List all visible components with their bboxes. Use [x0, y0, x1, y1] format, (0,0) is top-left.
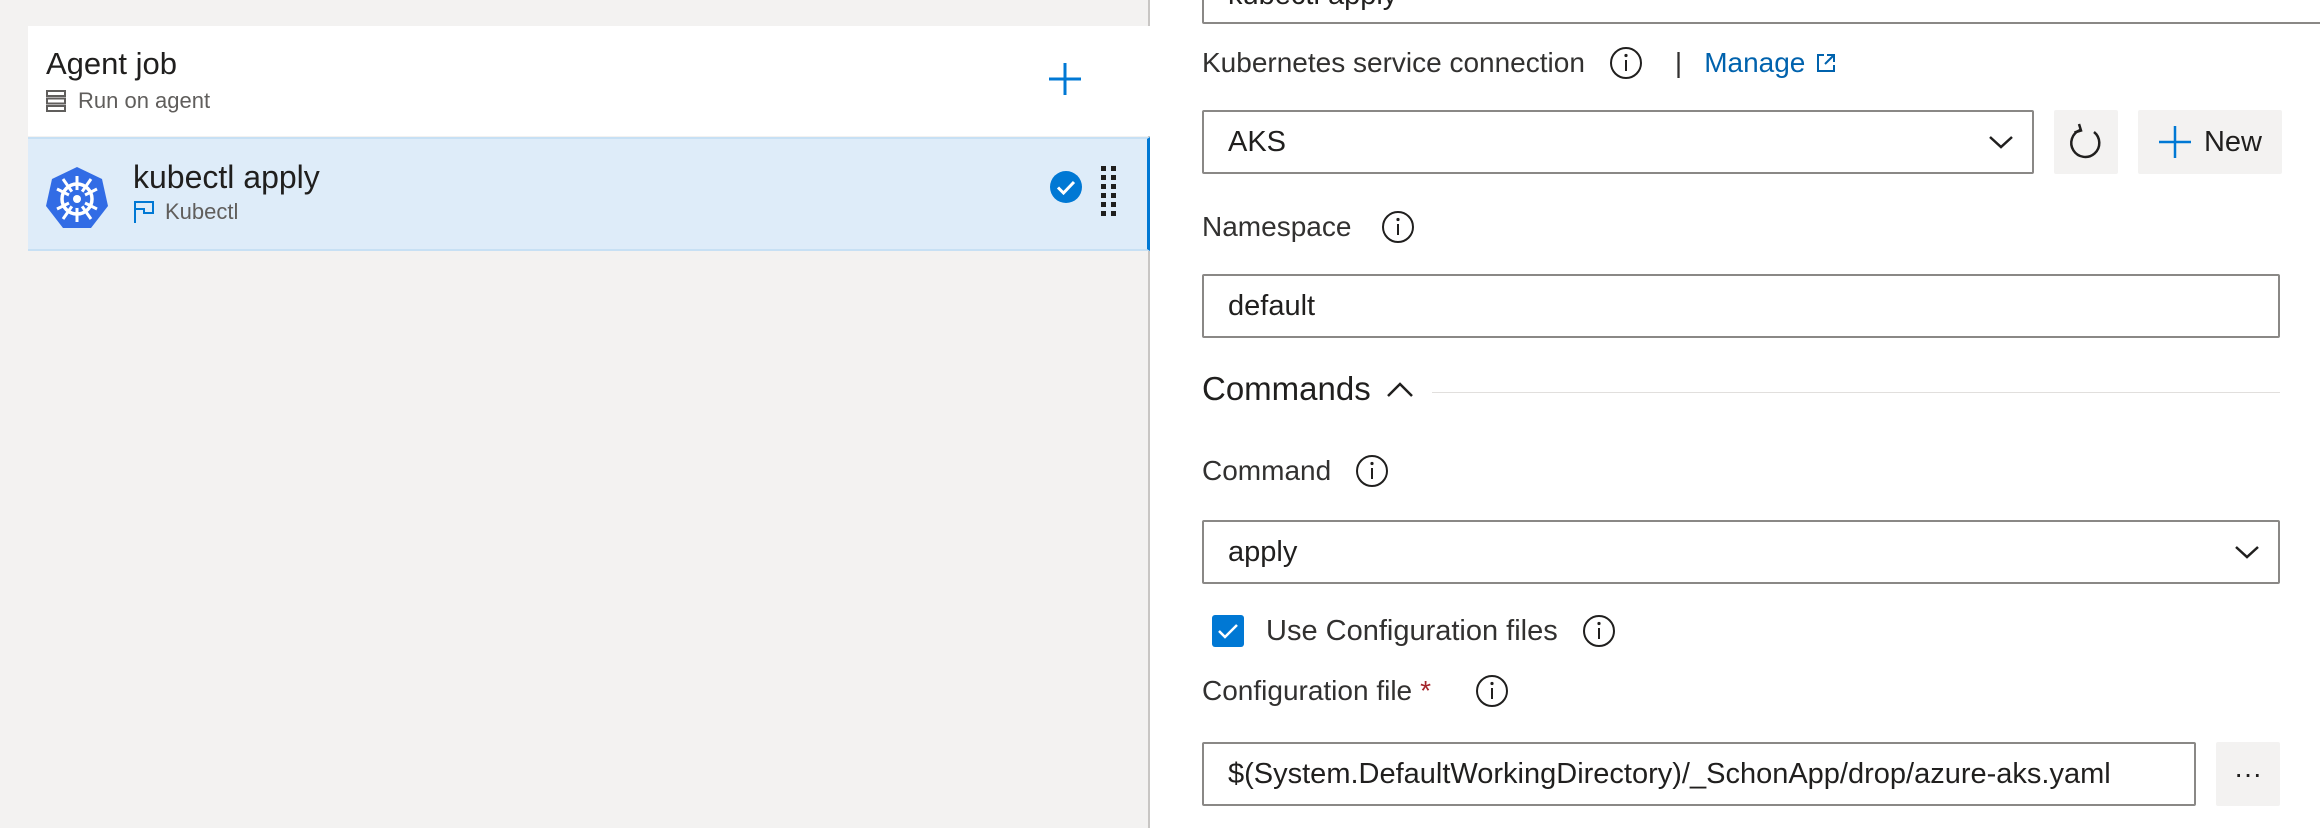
config-file-label-row: Configuration file * [1202, 674, 1509, 708]
info-icon[interactable] [1355, 454, 1389, 488]
separator: | [1674, 47, 1683, 78]
info-icon[interactable] [1475, 674, 1509, 708]
task-settings-pane: kubectl apply Kubernetes service connect… [1152, 0, 2320, 828]
service-connection-label: Kubernetes service connection [1202, 47, 1585, 78]
command-label-row: Command [1202, 454, 1389, 488]
command-select[interactable]: apply [1202, 520, 2280, 584]
namespace-value: default [1228, 289, 1316, 322]
enabled-check-icon [1049, 170, 1083, 209]
pipeline-tasks-pane: Agent job Run on agent kubectl apply Kub… [0, 0, 1150, 828]
refresh-button[interactable] [2054, 110, 2118, 174]
command-value: apply [1228, 535, 1298, 568]
display-name-value: kubectl apply [1228, 0, 1397, 12]
namespace-input[interactable]: default [1202, 274, 2280, 338]
service-connection-select[interactable]: AKS [1202, 110, 2034, 174]
chevron-up-icon [1386, 382, 1413, 397]
plus-icon [2158, 126, 2191, 158]
flag-icon [134, 201, 154, 223]
chevron-down-icon [1988, 134, 2014, 150]
chevron-down-icon [2234, 544, 2260, 560]
new-connection-label: New [2203, 125, 2262, 158]
refresh-icon [2070, 123, 2101, 159]
agent-job-subtitle: Run on agent [78, 88, 211, 113]
new-connection-button[interactable]: New [2138, 110, 2282, 174]
add-task-button[interactable] [1040, 54, 1090, 104]
commands-section-toggle[interactable]: Commands [1202, 370, 1415, 408]
task-subtitle-row: Kubectl [133, 199, 238, 225]
namespace-label-row: Namespace [1202, 210, 1415, 244]
service-connection-value: AKS [1228, 125, 1287, 158]
info-icon[interactable] [1609, 46, 1643, 80]
info-icon[interactable] [1381, 210, 1415, 244]
agent-job-subtitle-row: Run on agent [46, 88, 210, 114]
display-name-field[interactable]: kubectl apply [1202, 0, 2320, 24]
commands-section-title: Commands [1202, 370, 1371, 407]
service-connection-label-row: Kubernetes service connection | Manage [1202, 46, 1837, 80]
config-file-input[interactable]: $(System.DefaultWorkingDirectory)/_Schon… [1202, 742, 2196, 806]
required-marker: * [1420, 675, 1432, 706]
browse-button[interactable]: ··· [2216, 742, 2280, 806]
task-row-kubectl-apply[interactable]: kubectl apply Kubectl [28, 137, 1150, 251]
browse-label: ··· [2234, 758, 2262, 789]
check-icon [1218, 624, 1238, 639]
external-link-icon [1817, 54, 1836, 72]
agent-job-row[interactable]: Agent job Run on agent [28, 26, 1150, 136]
namespace-label: Namespace [1202, 211, 1352, 242]
plus-icon [1049, 63, 1081, 95]
kubernetes-icon [44, 165, 110, 236]
config-file-label: Configuration file [1202, 675, 1413, 706]
section-divider [1432, 392, 2280, 393]
use-config-checkbox[interactable] [1212, 615, 1244, 647]
drag-handle-icon[interactable] [1100, 165, 1118, 228]
agent-job-title: Agent job [46, 46, 177, 81]
task-title: kubectl apply [133, 159, 320, 195]
use-config-row: Use Configuration files [1212, 614, 1616, 648]
command-label: Command [1202, 455, 1332, 486]
server-icon [46, 90, 66, 112]
use-config-label: Use Configuration files [1266, 614, 1558, 647]
manage-link[interactable]: Manage [1704, 47, 1837, 79]
task-subtitle: Kubectl [165, 199, 239, 224]
info-icon[interactable] [1582, 614, 1616, 648]
config-file-value: $(System.DefaultWorkingDirectory)/_Schon… [1228, 757, 2111, 790]
manage-link-label: Manage [1704, 47, 1806, 78]
